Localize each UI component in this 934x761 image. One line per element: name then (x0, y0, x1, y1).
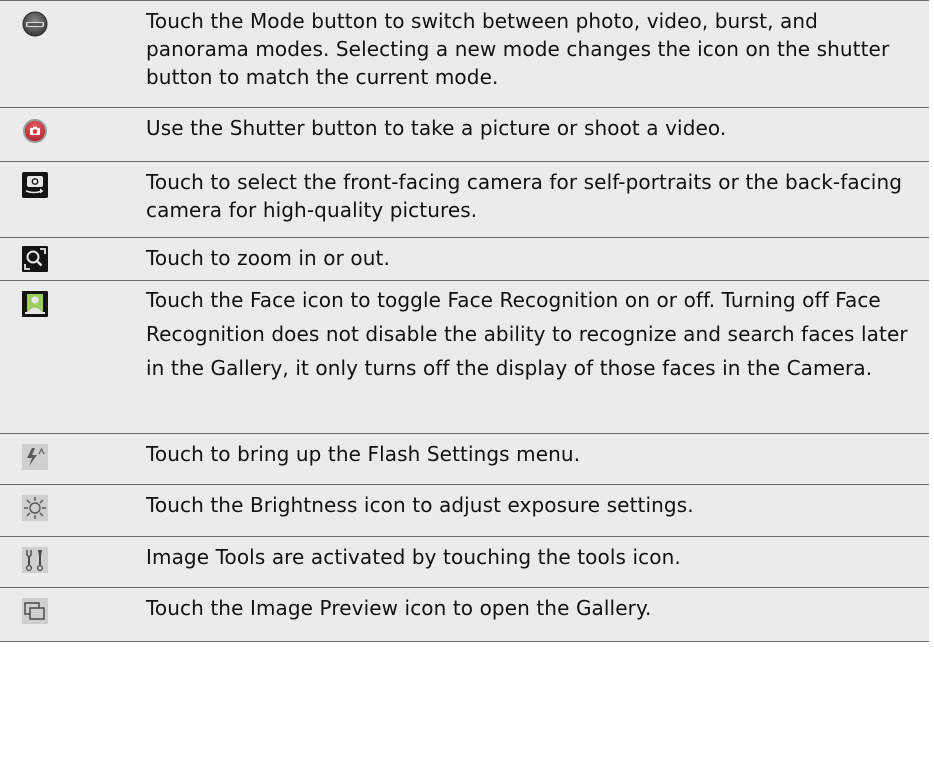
table-row: Touch to select the front-facing camera … (0, 162, 929, 238)
table-row: Touch the Mode button to switch between … (0, 1, 929, 108)
row-description: Touch the Mode button to switch between … (146, 9, 890, 89)
tools-icon (22, 547, 48, 573)
brightness-icon (22, 495, 48, 521)
row-description: Use the Shutter button to take a picture… (146, 116, 727, 140)
table-row: Touch to zoom in or out. (0, 238, 929, 281)
row-description: Touch the Brightness icon to adjust expo… (146, 493, 694, 517)
zoom-icon (22, 246, 48, 272)
row-description: Touch to bring up the Flash Settings men… (146, 442, 581, 466)
row-description: Touch to select the front-facing camera … (146, 170, 903, 222)
switch-camera-icon (22, 172, 48, 198)
table-row: Touch the Face icon to toggle Face Recog… (0, 281, 929, 434)
mode-icon (22, 11, 48, 37)
image-preview-icon (22, 598, 48, 624)
table-row: Touch the Image Preview icon to open the… (0, 588, 929, 642)
row-description: Touch the Face icon to toggle Face Recog… (146, 288, 908, 380)
face-recognition-icon (22, 291, 48, 317)
table-row: Touch to bring up the Flash Settings men… (0, 434, 929, 485)
table-row: Touch the Brightness icon to adjust expo… (0, 485, 929, 537)
row-description: Touch to zoom in or out. (146, 246, 390, 270)
row-description: Image Tools are activated by touching th… (146, 545, 681, 569)
shutter-icon (23, 119, 47, 143)
table-row: Image Tools are activated by touching th… (0, 537, 929, 588)
camera-controls-table: Touch the Mode button to switch between … (0, 0, 929, 642)
row-description: Touch the Image Preview icon to open the… (146, 596, 652, 620)
table-row: Use the Shutter button to take a picture… (0, 108, 929, 162)
flash-icon (22, 444, 48, 470)
